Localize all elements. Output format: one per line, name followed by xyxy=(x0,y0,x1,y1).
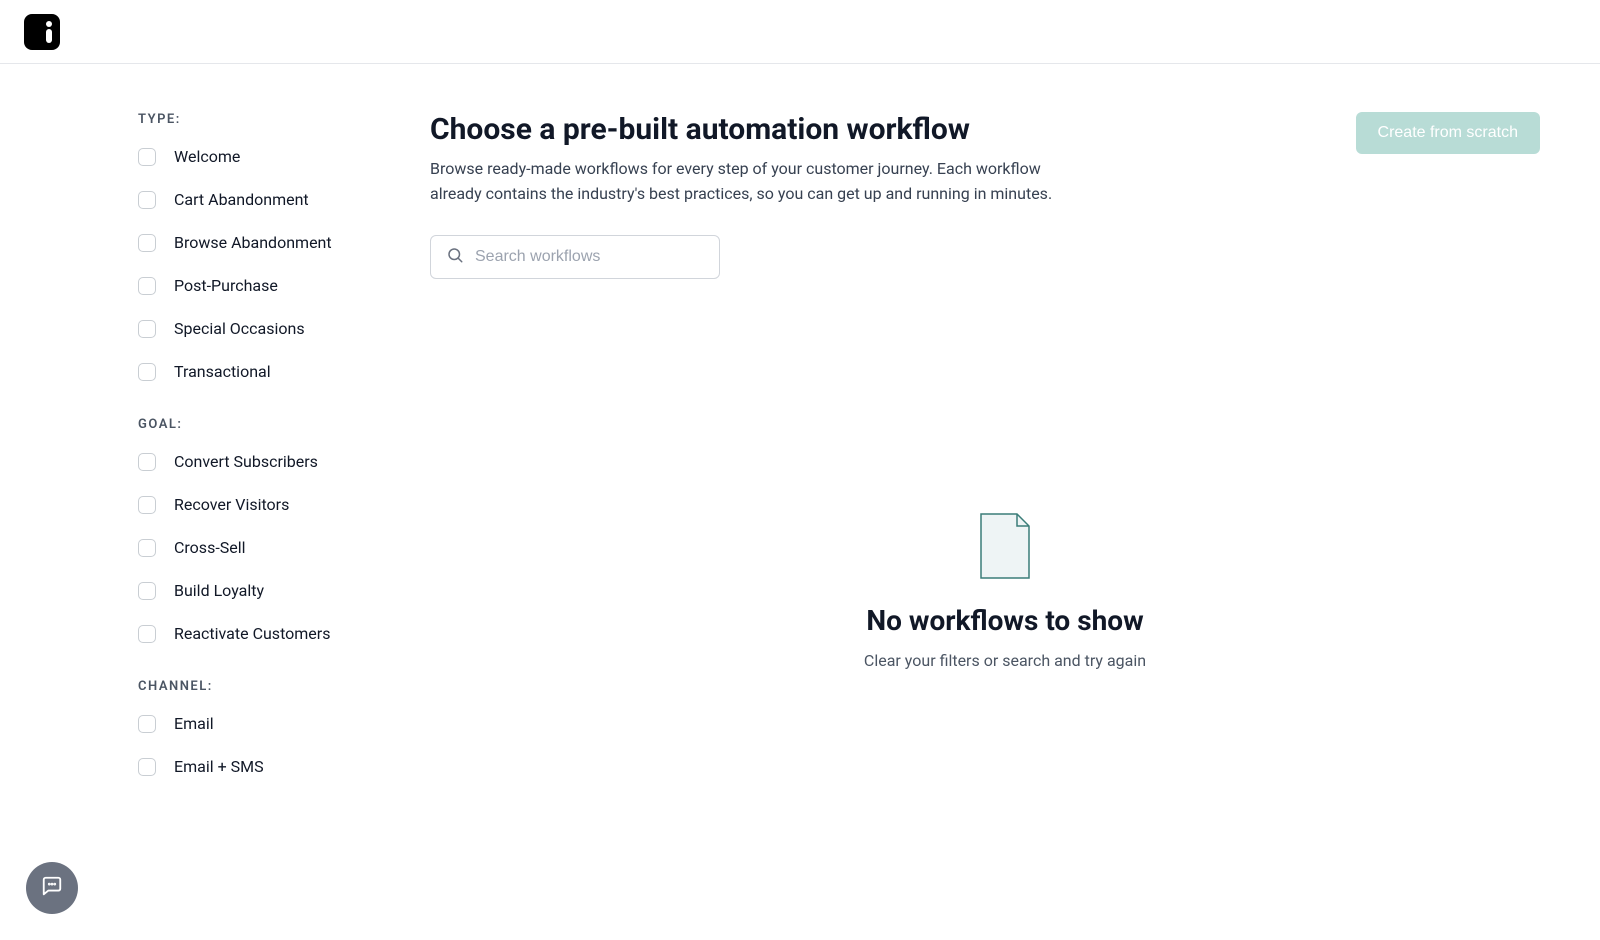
header-row: Choose a pre-built automation workflow B… xyxy=(430,112,1540,235)
filter-item-transactional[interactable]: Transactional xyxy=(138,362,370,381)
filter-label: Browse Abandonment xyxy=(174,233,332,252)
filter-heading-type: TYPE: xyxy=(138,112,370,127)
header-text: Choose a pre-built automation workflow B… xyxy=(430,112,1070,235)
checkbox-icon[interactable] xyxy=(138,453,156,471)
filter-item-cart-abandonment[interactable]: Cart Abandonment xyxy=(138,190,370,209)
filter-group-type: TYPE: Welcome Cart Abandonment Browse Ab… xyxy=(138,112,370,381)
page-body: TYPE: Welcome Cart Abandonment Browse Ab… xyxy=(0,64,1600,812)
checkbox-icon[interactable] xyxy=(138,191,156,209)
filter-label: Cross-Sell xyxy=(174,538,246,557)
filter-item-email-sms[interactable]: Email + SMS xyxy=(138,757,370,776)
filter-label: Transactional xyxy=(174,362,271,381)
filter-item-browse-abandonment[interactable]: Browse Abandonment xyxy=(138,233,370,252)
filter-group-channel: CHANNEL: Email Email + SMS xyxy=(138,679,370,776)
filter-label: Special Occasions xyxy=(174,319,305,338)
checkbox-icon[interactable] xyxy=(138,277,156,295)
empty-subtitle: Clear your filters or search and try aga… xyxy=(805,651,1205,670)
top-bar xyxy=(0,0,1600,64)
checkbox-icon[interactable] xyxy=(138,715,156,733)
filter-label: Cart Abandonment xyxy=(174,190,309,209)
filter-label: Reactivate Customers xyxy=(174,624,330,643)
chat-icon xyxy=(41,875,63,901)
filter-item-recover-visitors[interactable]: Recover Visitors xyxy=(138,495,370,514)
filter-group-goal: GOAL: Convert Subscribers Recover Visito… xyxy=(138,417,370,643)
search-wrap xyxy=(430,235,720,279)
filter-heading-goal: GOAL: xyxy=(138,417,370,432)
document-icon xyxy=(977,512,1033,580)
filter-label: Email + SMS xyxy=(174,757,264,776)
create-from-scratch-button[interactable]: Create from scratch xyxy=(1356,112,1540,154)
app-logo-icon xyxy=(24,14,60,50)
filter-label: Email xyxy=(174,714,214,733)
empty-title: No workflows to show xyxy=(805,604,1205,637)
filter-item-special-occasions[interactable]: Special Occasions xyxy=(138,319,370,338)
filter-heading-channel: CHANNEL: xyxy=(138,679,370,694)
filter-item-post-purchase[interactable]: Post-Purchase xyxy=(138,276,370,295)
search-input[interactable] xyxy=(430,235,720,279)
checkbox-icon[interactable] xyxy=(138,234,156,252)
checkbox-icon[interactable] xyxy=(138,582,156,600)
empty-state: No workflows to show Clear your filters … xyxy=(805,512,1205,670)
filter-label: Recover Visitors xyxy=(174,495,289,514)
checkbox-icon[interactable] xyxy=(138,496,156,514)
filter-label: Convert Subscribers xyxy=(174,452,318,471)
filter-label: Welcome xyxy=(174,147,240,166)
filter-item-email[interactable]: Email xyxy=(138,714,370,733)
checkbox-icon[interactable] xyxy=(138,539,156,557)
page-title: Choose a pre-built automation workflow xyxy=(430,112,1070,147)
filter-item-build-loyalty[interactable]: Build Loyalty xyxy=(138,581,370,600)
filter-item-convert-subscribers[interactable]: Convert Subscribers xyxy=(138,452,370,471)
filter-label: Build Loyalty xyxy=(174,581,264,600)
filter-item-welcome[interactable]: Welcome xyxy=(138,147,370,166)
checkbox-icon[interactable] xyxy=(138,148,156,166)
filter-item-cross-sell[interactable]: Cross-Sell xyxy=(138,538,370,557)
checkbox-icon[interactable] xyxy=(138,320,156,338)
page-description: Browse ready-made workflows for every st… xyxy=(430,157,1070,207)
checkbox-icon[interactable] xyxy=(138,363,156,381)
main-content: Choose a pre-built automation workflow B… xyxy=(410,112,1600,812)
checkbox-icon[interactable] xyxy=(138,758,156,776)
filters-sidebar: TYPE: Welcome Cart Abandonment Browse Ab… xyxy=(0,112,410,812)
filter-item-reactivate-customers[interactable]: Reactivate Customers xyxy=(138,624,370,643)
checkbox-icon[interactable] xyxy=(138,625,156,643)
chat-button[interactable] xyxy=(26,862,78,914)
filter-label: Post-Purchase xyxy=(174,276,278,295)
